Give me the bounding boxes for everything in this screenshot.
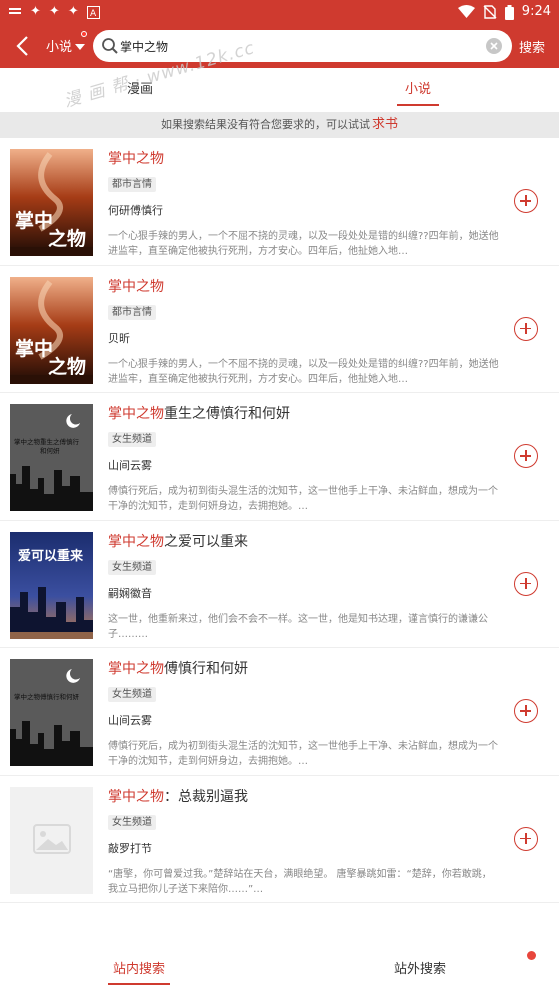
author: 山间云雾	[108, 714, 152, 727]
list-item[interactable]: 掌中之物重生之傅慎行 和何妍 掌中之物重生之傅慎行和何妍 女生频道 山间云雾 傅…	[0, 393, 559, 521]
caret-down-icon	[75, 43, 86, 50]
battery-icon	[504, 4, 514, 20]
book-cover[interactable]: 爱可以重来	[10, 531, 93, 639]
svg-text:掌中之物傅慎行和何妍: 掌中之物傅慎行和何妍	[14, 692, 80, 701]
bug-icon: ✦	[48, 4, 60, 19]
list-item[interactable]: 爱可以重来 掌中之物之爱可以重来 女生频道 嗣娴徽音 这一世，他重新来过，他们会…	[0, 520, 559, 648]
book-title[interactable]: 掌中之物	[108, 276, 164, 296]
add-to-shelf-button[interactable]	[514, 444, 538, 468]
genre-tag: 女生频道	[108, 559, 156, 575]
author: 山间云雾	[108, 459, 152, 472]
book-title[interactable]: 掌中之物傅慎行和何妍	[108, 658, 248, 678]
book-title[interactable]: 掌中之物重生之傅慎行和何妍	[108, 403, 290, 423]
bug-icon: ✦	[30, 4, 41, 19]
book-cover[interactable]: 掌中 之物	[10, 276, 93, 384]
request-book-notice: 如果搜索结果没有符合您要求的，可以试试 求书	[0, 112, 559, 138]
notice-text: 如果搜索结果没有符合您要求的，可以试试	[160, 118, 370, 131]
genre-tag: 都市言情	[108, 304, 156, 320]
svg-text:之物: 之物	[48, 227, 86, 250]
book-cover[interactable]: 掌中之物重生之傅慎行 和何妍	[10, 404, 93, 511]
genre-tag: 女生频道	[108, 432, 156, 447]
author: 贝昕	[108, 331, 130, 345]
svg-text:之物: 之物	[48, 355, 86, 378]
genre-tag: 女生频道	[108, 814, 156, 830]
clock: 9:24	[521, 4, 551, 19]
notification-dot	[81, 31, 88, 37]
bottom-nav: 站内搜索 站外搜索	[0, 940, 559, 995]
book-cover-placeholder[interactable]	[10, 786, 93, 894]
scope-label: 小说	[46, 40, 73, 55]
no-sim-icon	[483, 5, 497, 19]
a-icon: A	[86, 5, 100, 19]
book-cover[interactable]: 掌中 之物	[10, 149, 93, 256]
tab-off-site-search[interactable]: 站外搜索	[394, 958, 446, 977]
svg-text:和何妍: 和何妍	[40, 446, 60, 455]
active-bottom-indicator	[108, 983, 170, 985]
book-description: 傅慎行死后，成为初到街头混生活的沈知节，这一世他手上干净、未沾鲜血，想成为一个干…	[108, 741, 498, 767]
book-description: 这一世，他重新来过，他们会不会不一样。这一世，他是知书达理，谨言慎行的谦谦公子……	[108, 613, 488, 640]
search-header: 小说 搜索	[0, 24, 559, 68]
add-to-shelf-button[interactable]	[514, 571, 538, 596]
request-book-link[interactable]: 求书	[372, 117, 398, 132]
search-icon	[102, 38, 118, 54]
result-list: 掌中 之物 掌中之物 都市言情 何研傅慎行 一个心狠手辣的男人，一个不屈不挠的灵…	[0, 138, 559, 903]
notification-icon	[9, 8, 21, 14]
search-button[interactable]: 搜索	[519, 37, 545, 56]
book-title[interactable]: 掌中之物：总裁别逼我	[108, 786, 248, 806]
author: 何研傅慎行	[108, 204, 163, 217]
active-tab-indicator	[397, 104, 439, 106]
tab-in-site-search[interactable]: 站内搜索	[113, 958, 165, 977]
svg-text:A: A	[90, 9, 97, 19]
svg-text:掌中之物重生之傅慎行: 掌中之物重生之傅慎行	[14, 437, 80, 446]
search-box[interactable]	[93, 30, 512, 62]
author: 嗣娴徽音	[108, 586, 152, 600]
book-cover[interactable]: 掌中之物傅慎行和何妍	[10, 659, 93, 766]
back-arrow-icon[interactable]	[12, 34, 34, 58]
book-description: 傅慎行死后，成为初到街头混生活的沈知节，这一世他手上干净、未沾鲜血，想成为一个干…	[108, 486, 498, 512]
add-to-shelf-button[interactable]	[514, 699, 538, 723]
book-description: 一个心狠手辣的男人，一个不屈不挠的灵魂，以及一段处处是错的纠缠??四年前，她送他…	[108, 358, 499, 385]
add-to-shelf-button[interactable]	[514, 826, 538, 851]
list-item[interactable]: 掌中 之物 掌中之物 都市言情 贝昕 一个心狠手辣的男人，一个不屈不挠的灵魂，以…	[0, 265, 559, 393]
author: 敲罗打节	[108, 841, 152, 855]
book-description: “唐擎，你可曾爱过我。”楚辞站在天台，满眼绝望。 唐擎暴跳如雷：“楚辞，你若敢跳…	[108, 868, 492, 895]
list-item[interactable]: 掌中 之物 掌中之物 都市言情 何研傅慎行 一个心狠手辣的男人，一个不屈不挠的灵…	[0, 138, 559, 266]
svg-text:爱可以重来: 爱可以重来	[18, 548, 84, 564]
clear-icon[interactable]	[486, 38, 502, 54]
book-title[interactable]: 掌中之物之爱可以重来	[108, 531, 248, 551]
genre-tag: 都市言情	[108, 177, 156, 192]
bug-icon: ✦	[67, 4, 79, 19]
add-to-shelf-button[interactable]	[514, 189, 538, 213]
book-description: 一个心狠手辣的男人，一个不屈不挠的灵魂，以及一段处处是错的纠缠??四年前，她送他…	[108, 231, 499, 257]
genre-tag: 女生频道	[108, 687, 156, 702]
tab-novel[interactable]: 小说	[405, 78, 431, 97]
search-input[interactable]	[120, 36, 475, 56]
list-item[interactable]: 掌中之物傅慎行和何妍 掌中之物傅慎行和何妍 女生频道 山间云雾 傅慎行死后，成为…	[0, 648, 559, 776]
notification-dot	[527, 951, 536, 960]
search-scope-dropdown[interactable]: 小说	[46, 31, 88, 55]
list-item[interactable]: 掌中之物：总裁别逼我 女生频道 敲罗打节 “唐擎，你可曾爱过我。”楚辞站在天台，…	[0, 775, 559, 903]
book-title[interactable]: 掌中之物	[108, 148, 164, 168]
add-to-shelf-button[interactable]	[514, 316, 538, 341]
wifi-icon	[457, 5, 475, 18]
status-bar: ✦ ✦ ✦ A 9:24	[0, 0, 559, 24]
